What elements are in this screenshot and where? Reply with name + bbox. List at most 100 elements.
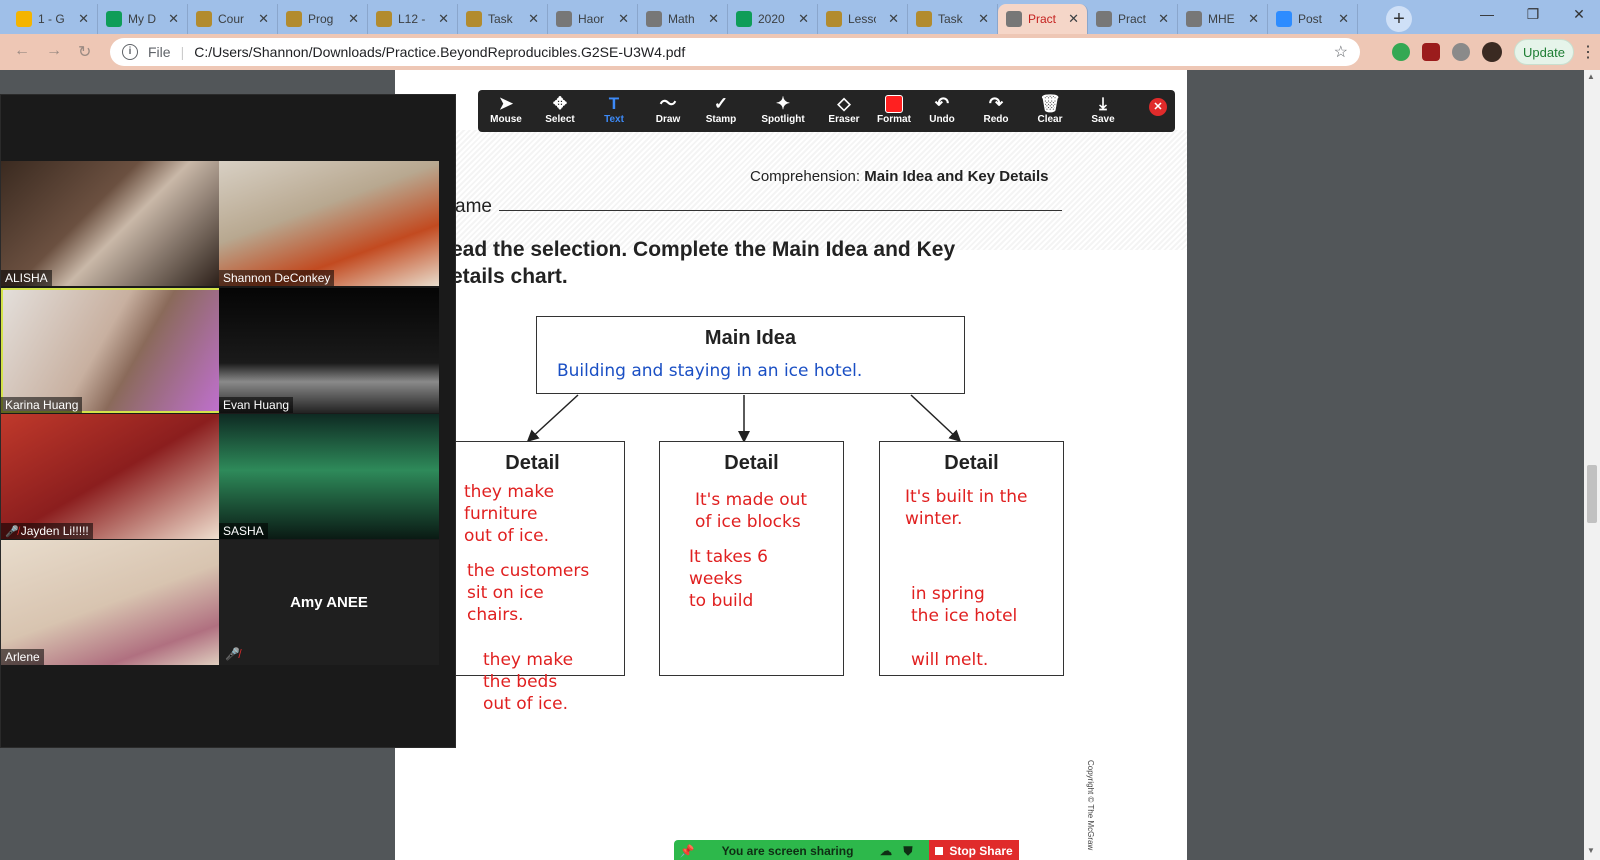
tool-label: Text [604,114,624,125]
close-annotation-button[interactable]: ✕ [1149,98,1167,116]
back-icon[interactable]: ← [14,42,30,60]
tab-favicon-icon [736,11,752,27]
browser-tab[interactable]: Haor ✕ [548,4,638,34]
bookmark-star-icon[interactable]: ☆ [1334,42,1348,62]
tool-format[interactable]: Format [869,94,919,125]
participant-name-text: Karina Huang [5,398,79,412]
info-icon[interactable]: i [122,44,138,60]
tool-draw[interactable]: 〜 Draw [643,94,693,125]
tab-close-icon[interactable]: ✕ [348,11,359,27]
tool-mouse[interactable]: ➤ Mouse [481,94,531,125]
participant-tile[interactable]: Karina Huang [1,288,221,413]
browser-tab[interactable]: Pract ✕ [998,4,1088,34]
reload-icon[interactable]: ↻ [78,42,91,62]
new-tab-button[interactable]: + [1386,6,1412,32]
participant-name-text: Shannon DeConkey [223,271,331,285]
cloud-icon[interactable]: ☁ [875,844,897,858]
browser-tab[interactable]: Post ✕ [1268,4,1358,34]
profile-avatar[interactable] [1482,42,1502,62]
restore-button[interactable]: ❐ [1510,0,1556,30]
ublock-icon[interactable] [1422,43,1440,61]
tab-favicon-icon [1006,11,1022,27]
participant-tile-no-video[interactable]: Amy ANEE 🎤̸ [219,540,439,665]
redo-icon: ↷ [988,94,1004,113]
puzzle-icon[interactable] [1452,43,1470,61]
participant-name: 🎤̸ Jayden Li!!!!! [1,523,93,539]
tab-label: Pract [1118,12,1146,26]
participant-name: ALISHA [1,270,52,286]
browser-tab[interactable]: MHE ✕ [1178,4,1268,34]
update-button[interactable]: Update [1514,39,1574,65]
url-scheme: File [148,44,171,60]
main-idea-answer: Building and staying in an ice hotel. [557,361,863,381]
scroll-up-icon[interactable]: ▲ [1587,72,1595,81]
tool-undo[interactable]: ↶ Undo [917,94,967,125]
tab-close-icon[interactable]: ✕ [1068,11,1079,27]
browser-tab[interactable]: L12 - ✕ [368,4,458,34]
tool-clear[interactable]: 🗑 Clear [1025,94,1075,125]
tool-text[interactable]: T Text [589,94,639,125]
tab-close-icon[interactable]: ✕ [978,11,989,27]
participant-tile[interactable]: ALISHA [1,161,221,286]
tool-label: Save [1091,114,1115,125]
participant-name: Karina Huang [1,397,83,413]
browser-tab[interactable]: Pract ✕ [1088,4,1178,34]
participant-tile[interactable]: Arlene [1,540,221,665]
participant-tile[interactable]: 🎤̸ Jayden Li!!!!! [1,414,221,539]
share-pin-icon[interactable]: 📌 [674,844,700,858]
browser-tab[interactable]: Cour ✕ [188,4,278,34]
extension-icon[interactable] [1392,43,1410,61]
browser-tab[interactable]: My D ✕ [98,4,188,34]
browser-tab[interactable]: Lesso ✕ [818,4,908,34]
browser-tab[interactable]: Task ✕ [908,4,998,34]
tool-save[interactable]: ⤓ Save [1078,94,1128,125]
tab-close-icon[interactable]: ✕ [168,11,179,27]
tab-label: Math [668,12,695,26]
tab-close-icon[interactable]: ✕ [708,11,719,27]
tab-close-icon[interactable]: ✕ [528,11,539,27]
tab-close-icon[interactable]: ✕ [1338,11,1349,27]
tab-close-icon[interactable]: ✕ [798,11,809,27]
participant-name: Shannon DeConkey [219,270,335,286]
detail-title-2: Detail [724,452,779,474]
browser-tab[interactable]: 1 - G ✕ [8,4,98,34]
tab-close-icon[interactable]: ✕ [888,11,899,27]
browser-tab[interactable]: Math ✕ [638,4,728,34]
stop-share-button[interactable]: Stop Share [929,840,1019,860]
tab-close-icon[interactable]: ✕ [438,11,449,27]
detail3-note-2: in spring the ice hotel will melt. [911,584,1018,670]
browser-tab[interactable]: 2020 ✕ [728,4,818,34]
browser-tab[interactable]: Task ✕ [458,4,548,34]
tab-close-icon[interactable]: ✕ [618,11,629,27]
move-icon: ✥ [552,94,568,113]
minimize-button[interactable]: — [1464,0,1510,30]
forward-icon[interactable]: → [46,42,62,60]
tab-label: 2020 [758,12,785,26]
detail-title-1: Detail [505,452,560,474]
tool-redo[interactable]: ↷ Redo [971,94,1021,125]
arrow-right [910,394,962,443]
browser-tab[interactable]: Prog ✕ [278,4,368,34]
tab-favicon-icon [466,11,482,27]
tab-close-icon[interactable]: ✕ [258,11,269,27]
tab-close-icon[interactable]: ✕ [1248,11,1259,27]
tool-select[interactable]: ✥ Select [535,94,585,125]
tab-close-icon[interactable]: ✕ [1158,11,1169,27]
main-idea-box: Main Idea Building and staying in an ice… [536,316,965,394]
tool-spotlight[interactable]: ✦ Spotlight [758,94,808,125]
scroll-down-icon[interactable]: ▼ [1587,846,1595,855]
participant-tile[interactable]: Evan Huang [219,288,439,413]
shield-icon[interactable]: ⛊ [897,844,919,859]
participant-tile[interactable]: Shannon DeConkey [219,161,439,286]
detail1-note-2: the customers sit on ice chairs. [467,561,590,625]
page-scrollbar[interactable]: ▲ ▼ [1584,70,1600,860]
tool-eraser[interactable]: ◇ Eraser [819,94,869,125]
scroll-thumb[interactable] [1587,465,1597,523]
participant-tile[interactable]: SASHA [219,414,439,539]
tab-close-icon[interactable]: ✕ [78,11,89,27]
url-text[interactable]: C:/Users/Shannon/Downloads/Practice.Beyo… [194,44,685,60]
menu-kebab-icon[interactable]: ⋮ [1580,42,1596,62]
tool-stamp[interactable]: ✓ Stamp [696,94,746,125]
close-window-button[interactable]: ✕ [1556,0,1600,30]
address-bar[interactable]: i File | C:/Users/Shannon/Downloads/Prac… [110,38,1360,66]
